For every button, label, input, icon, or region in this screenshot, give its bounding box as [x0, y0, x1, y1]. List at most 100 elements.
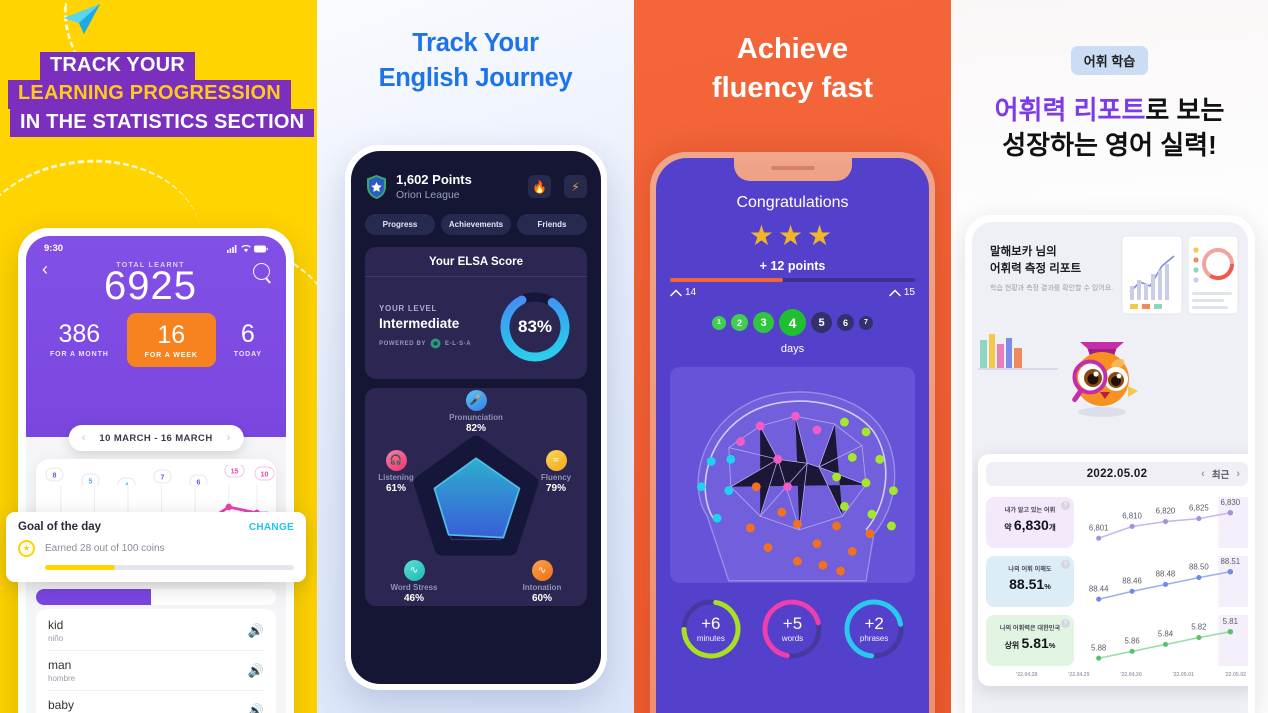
stat-month-label: FOR A MONTH [49, 351, 109, 358]
goal-progress-bar [45, 565, 294, 570]
date-range-selector[interactable]: ‹ 10 MARCH - 16 MARCH › [68, 425, 244, 451]
streak-day-1[interactable]: 1 [712, 315, 726, 330]
list-item[interactable]: baby bebé 🔊 [48, 691, 264, 713]
svg-text:6,825: 6,825 [1189, 504, 1209, 513]
tab-friends[interactable]: Friends [517, 213, 587, 235]
svg-text:88.44: 88.44 [1089, 584, 1109, 593]
streak-day-3[interactable]: 3 [753, 312, 774, 333]
headline-rest: 로 보는 [1145, 95, 1225, 125]
skill-value: 46% [403, 592, 424, 604]
tab-achievements[interactable]: Achievements [441, 213, 511, 235]
streak-day-5[interactable]: 5 [811, 312, 832, 333]
tab-progress[interactable]: Progress [365, 213, 435, 235]
svg-text:6,801: 6,801 [1089, 523, 1109, 532]
svg-text:5.82: 5.82 [1191, 623, 1206, 632]
trend-chart-xaxis: '22.04.28 '22.04.29 '22.04.30 '22.05.01 … [986, 670, 1248, 678]
star-rating: ★★★ [670, 222, 915, 250]
stat-month-value: 386 [58, 320, 101, 348]
streak-day-7[interactable]: 7 [859, 315, 873, 330]
stat-today[interactable]: 6 TODAY [228, 318, 268, 362]
date-selector[interactable]: 2022.05.02 ‹ 최근 › [986, 462, 1248, 486]
ring-label: words [781, 634, 804, 643]
skill-label: Fluency [540, 472, 572, 482]
svg-text:7: 7 [161, 474, 165, 481]
back-button[interactable]: ‹ [42, 260, 48, 278]
skill-intonation: ∿ Intonation 60% [505, 559, 579, 604]
next-week-button[interactable]: › [227, 432, 231, 444]
prev-date-button[interactable]: ‹ [1201, 468, 1205, 480]
bolt-icon[interactable]: ⚡ [564, 175, 587, 199]
ring-label: minutes [696, 634, 725, 643]
owl-mascot-icon [1072, 342, 1138, 417]
svg-text:6,830: 6,830 [1220, 498, 1240, 507]
svg-text:6,820: 6,820 [1156, 507, 1176, 516]
table-row: ? 내가 알고 있는 어휘 약 6,830개 6,801 6,810 6,820… [986, 493, 1248, 552]
metric-suffix: % [1044, 582, 1051, 592]
streak-days: 1 2 3 4 5 6 7 [670, 309, 915, 336]
elsa-score-card: Your ELSA Score YOUR LEVEL Intermediate … [365, 246, 587, 379]
cellular-icon [227, 244, 237, 253]
battery-icon [254, 245, 268, 252]
speaker-icon[interactable]: 🔊 [248, 623, 264, 639]
svg-text:5: 5 [89, 478, 93, 485]
percentile-trend-chart: 5.88 5.86 5.84 5.82 5.81 [1081, 615, 1248, 667]
change-goal-button[interactable]: CHANGE [249, 522, 294, 533]
congratulations-title: Congratulations [736, 194, 849, 211]
skill-word-stress: ∿ Word Stress 46% [377, 559, 451, 604]
skills-radar-card: 🎤 Pronunciation 82% 🎧 Listening 61% ≈ Fl… [365, 387, 587, 606]
speaker-icon[interactable]: 🔊 [248, 703, 264, 713]
level-progress-bar [36, 589, 276, 605]
store-screenshot-1: TRACK YOUR LEARNING PROGRESSION IN THE S… [0, 0, 317, 713]
headline-line-1: Achieve [736, 33, 849, 65]
metric-tile-percentile[interactable]: ? 나의 어휘력은 대한민국 상위 5.81% [986, 615, 1074, 667]
headline-line-2: English Journey [378, 63, 573, 92]
stat-today-label: TODAY [233, 351, 262, 358]
goal-subtitle: Earned 28 out of 100 coins [45, 543, 165, 554]
xtick: '22.05.01 [1172, 672, 1194, 679]
svg-text:4: 4 [125, 482, 129, 485]
elsa-score-donut: 83% [497, 289, 573, 365]
xtick: '22.04.28 [1016, 672, 1038, 679]
help-icon[interactable]: ? [1061, 501, 1070, 510]
skill-label: Listening [378, 472, 414, 482]
streak-day-2[interactable]: 2 [731, 314, 748, 331]
svg-text:6: 6 [197, 479, 201, 485]
panel2-headline: Track Your English Journey [317, 0, 634, 95]
metric-suffix: 개 [1048, 523, 1056, 532]
screenshot-gallery: TRACK YOUR LEARNING PROGRESSION IN THE S… [0, 0, 1268, 713]
metric-tile-known-words[interactable]: ? 내가 알고 있는 어휘 약 6,830개 [986, 497, 1074, 549]
powered-brand: E·L·S·A [445, 340, 472, 347]
help-icon[interactable]: ? [1061, 619, 1070, 629]
headphones-icon: 🎧 [385, 449, 407, 471]
skill-pronunciation: 🎤 Pronunciation 82% [439, 389, 513, 434]
level-value: Intermediate [379, 316, 460, 332]
stats-header: 9:30 ‹ TOTAL LEARNT 6925 386 FOR A MONTH… [26, 236, 286, 451]
stat-month[interactable]: 386 FOR A MONTH [44, 318, 115, 362]
streak-day-6[interactable]: 6 [837, 314, 854, 331]
star-icon: ★ [748, 220, 778, 251]
metric-tile-comprehension[interactable]: ? 나의 어휘 이해도 88.51% [986, 556, 1074, 608]
elsa-card-title: Your ELSA Score [365, 256, 587, 277]
svg-text:5.86: 5.86 [1124, 637, 1140, 646]
total-learnt-value: 6925 [104, 264, 197, 308]
goal-of-the-day-card: Goal of the day CHANGE ★ Earned 28 out o… [6, 512, 306, 582]
stat-week[interactable]: 16 FOR A WEEK [126, 313, 216, 367]
flame-icon[interactable]: 🔥 [528, 175, 551, 199]
search-icon[interactable] [253, 263, 270, 280]
speaker-icon[interactable]: 🔊 [248, 663, 264, 679]
panel3-headline: Achieve fluency fast [634, 0, 951, 107]
svg-text:15: 15 [231, 468, 239, 475]
ring-minutes: +6 minutes [679, 597, 743, 661]
help-icon[interactable]: ? [1061, 560, 1070, 570]
skill-value: 60% [531, 592, 552, 604]
score-percent: 83% [517, 316, 553, 336]
prev-week-button[interactable]: ‹ [82, 432, 86, 444]
streak-day-4-current[interactable]: 4 [779, 309, 806, 336]
phone-mockup-4: 말해보카 님의 어휘력 측정 리포트 학습 현황과 측정 결과를 확인할 수 있… [965, 215, 1255, 713]
list-item[interactable]: kid niño 🔊 [48, 611, 264, 651]
metric-value: 5.81 [1021, 635, 1049, 652]
next-date-button[interactable]: › [1236, 468, 1240, 480]
table-row: ? 나의 어휘 이해도 88.51% 88.44 88.46 88.48 88.… [986, 552, 1248, 611]
metric-prefix: 약 [1004, 523, 1014, 532]
list-item[interactable]: man hombre 🔊 [48, 651, 264, 691]
